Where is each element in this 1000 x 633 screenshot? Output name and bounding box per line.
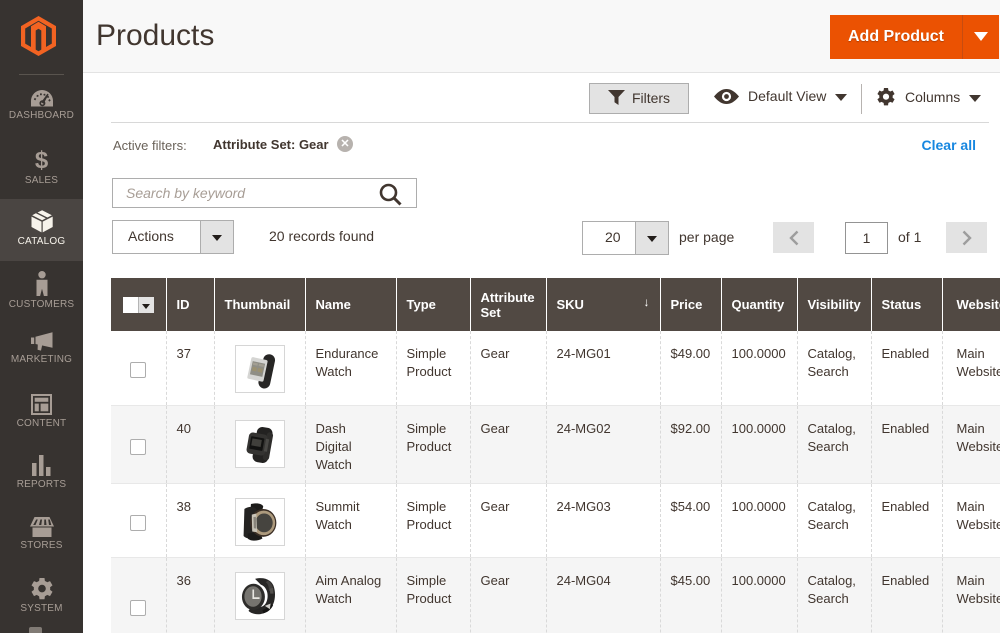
svg-text:$: $	[35, 148, 49, 172]
